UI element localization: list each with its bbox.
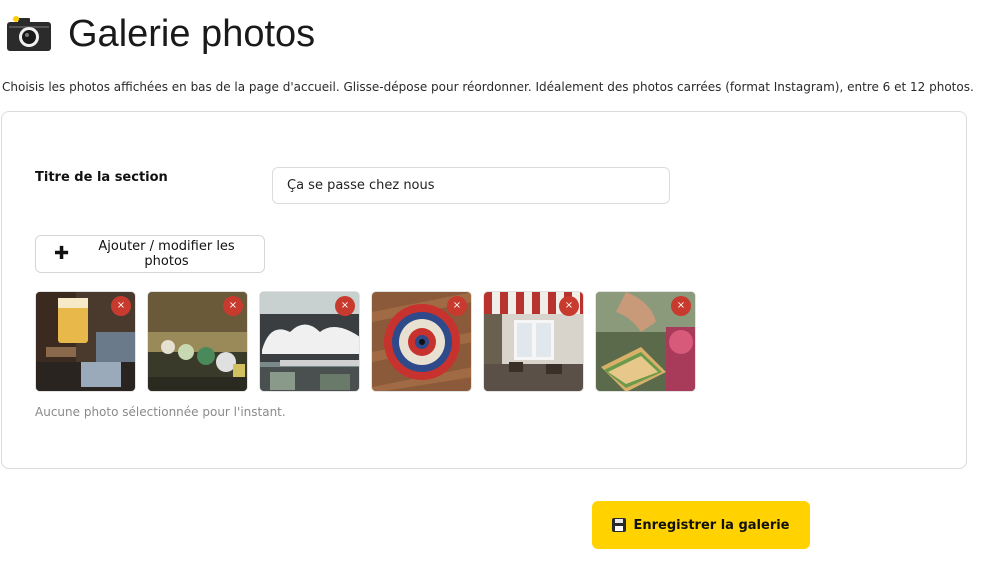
section-title-input[interactable] bbox=[272, 167, 670, 204]
remove-photo-button[interactable]: × bbox=[671, 296, 691, 316]
save-gallery-label: Enregistrer la galerie bbox=[633, 517, 790, 533]
photo-thumbnail[interactable]: × bbox=[595, 291, 696, 392]
photo-thumbnail[interactable]: × bbox=[483, 291, 584, 392]
page-title: Galerie photos bbox=[68, 13, 316, 55]
gallery-settings-card: Titre de la section ✚ Ajouter / modifier… bbox=[1, 111, 967, 469]
remove-photo-button[interactable]: × bbox=[223, 296, 243, 316]
save-gallery-button[interactable]: Enregistrer la galerie bbox=[592, 501, 810, 549]
plus-icon: ✚ bbox=[54, 243, 70, 264]
section-title-label: Titre de la section bbox=[35, 170, 168, 185]
camera-icon bbox=[6, 16, 52, 52]
page-header: Galerie photos bbox=[6, 12, 315, 56]
photo-thumbnails: × × × × × × bbox=[35, 291, 696, 392]
remove-photo-button[interactable]: × bbox=[559, 296, 579, 316]
page-description: Choisis les photos affichées en bas de l… bbox=[2, 80, 974, 94]
add-photos-label: Ajouter / modifier les photos bbox=[98, 239, 235, 269]
photo-thumbnail[interactable]: × bbox=[371, 291, 472, 392]
remove-photo-button[interactable]: × bbox=[111, 296, 131, 316]
empty-selection-note: Aucune photo sélectionnée pour l'instant… bbox=[35, 405, 286, 419]
photo-thumbnail[interactable]: × bbox=[147, 291, 248, 392]
remove-photo-button[interactable]: × bbox=[335, 296, 355, 316]
remove-photo-button[interactable]: × bbox=[447, 296, 467, 316]
photo-thumbnail[interactable]: × bbox=[259, 291, 360, 392]
add-photos-button[interactable]: ✚ Ajouter / modifier les photos bbox=[35, 235, 265, 273]
photo-thumbnail[interactable]: × bbox=[35, 291, 136, 392]
floppy-disk-icon bbox=[612, 518, 627, 532]
